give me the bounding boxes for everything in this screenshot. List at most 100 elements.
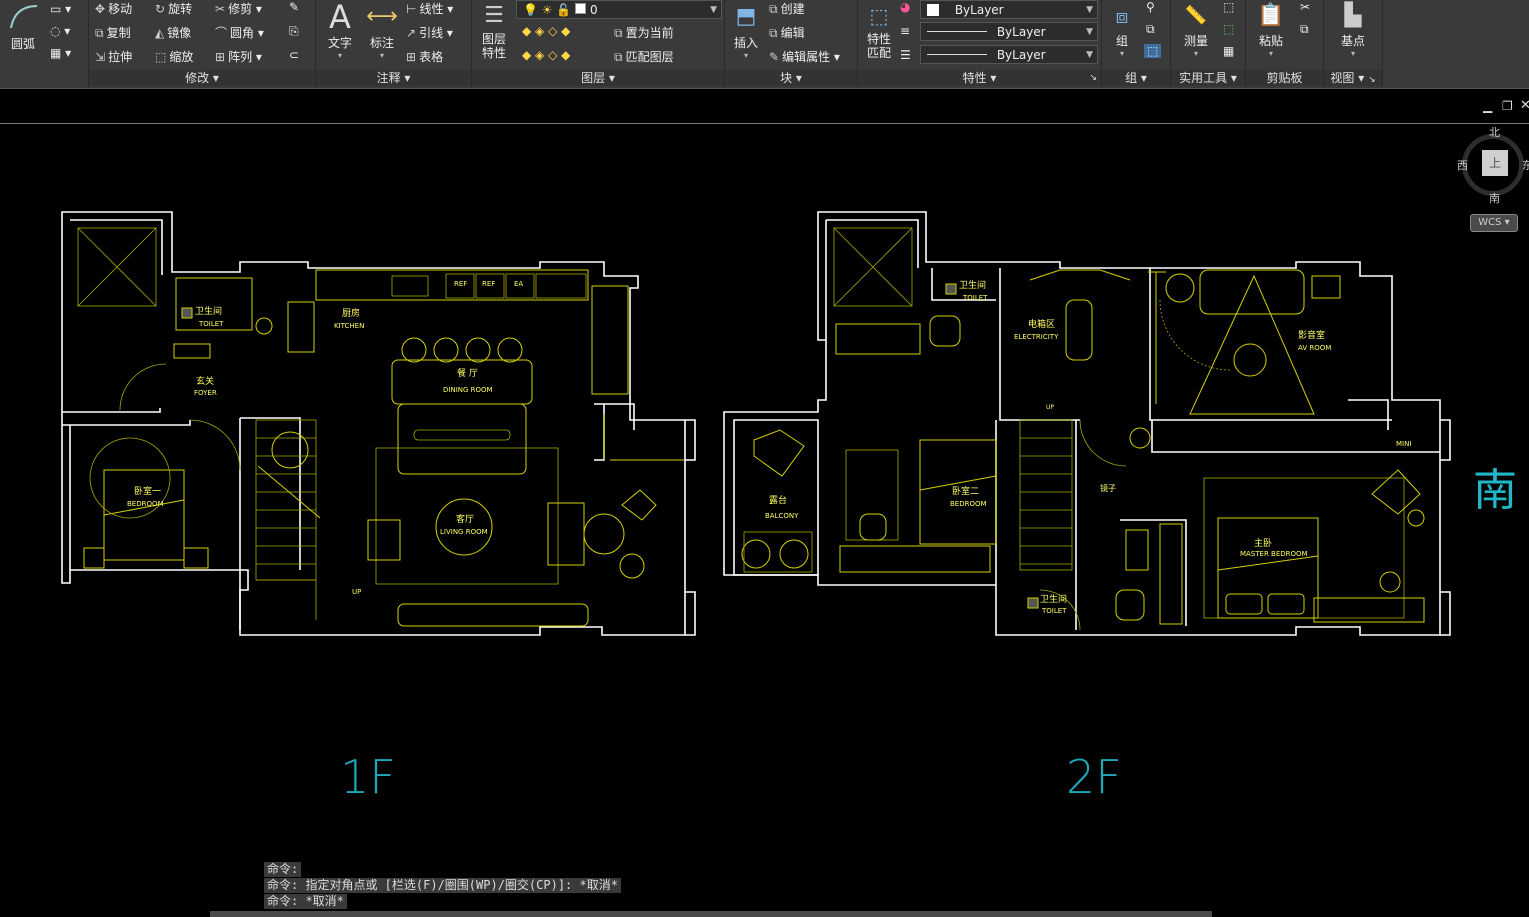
- select-all-icon[interactable]: ⬚: [1223, 22, 1234, 36]
- utilities-panel-title[interactable]: 实用工具 ▾: [1171, 70, 1245, 86]
- layer-properties-label-2: 特性: [481, 46, 506, 60]
- arc-icon: [10, 5, 38, 29]
- match-layer-button[interactable]: ⧉ 匹配图层: [614, 48, 674, 65]
- linetype-dropdown[interactable]: ByLayer ▼: [920, 22, 1098, 41]
- match-layer-icon: ⧉: [614, 50, 623, 64]
- arc-button[interactable]: 圆弧: [2, 2, 44, 52]
- clipboard-panel-title: 剪贴板: [1246, 70, 1323, 86]
- table-label: 表格: [419, 50, 444, 64]
- layer-tools-row1[interactable]: ◆ ◈ ◇ ◆: [522, 24, 570, 38]
- dimension-button[interactable]: ⟷ 标注 ▾: [364, 0, 400, 60]
- color-swatch: [927, 4, 939, 16]
- edit-block-button[interactable]: ⧉ 编辑: [769, 24, 805, 41]
- 2f-bedroom2-en: BEDROOM: [950, 500, 987, 508]
- rectangle-icon[interactable]: ▭ ▾: [50, 2, 71, 16]
- 1f-up: UP: [352, 588, 361, 596]
- quick-select-icon[interactable]: ⬚: [1223, 0, 1234, 14]
- 1f-foyer-cn: 玄关: [196, 375, 214, 387]
- 1f-ea: EA: [514, 280, 523, 288]
- command-line-1: 命令:: [264, 862, 302, 877]
- set-current-button[interactable]: ⧉ 置为当前: [614, 24, 674, 41]
- fillet-button[interactable]: ⌒ 圆角 ▾: [215, 24, 264, 41]
- leader-button[interactable]: ↗ 引线 ▾: [406, 24, 453, 41]
- viewcube-south[interactable]: 南: [1489, 190, 1500, 206]
- block-panel-title[interactable]: 块 ▾: [725, 70, 857, 86]
- table-button[interactable]: ⊞ 表格: [406, 48, 443, 65]
- edit-block-label: 编辑: [780, 26, 805, 40]
- ellipse-icon[interactable]: ◌ ▾: [50, 24, 70, 38]
- 2f-up: UP: [1046, 404, 1054, 411]
- offset-icon[interactable]: ⊂: [289, 48, 299, 62]
- 2f-mirror: 镜子: [1100, 483, 1116, 493]
- wcs-label: WCS: [1478, 217, 1502, 228]
- edit-attr-button[interactable]: ✎ 编辑属性 ▾: [769, 48, 840, 65]
- text-button[interactable]: A 文字 ▾: [322, 0, 358, 60]
- layers-panel-title[interactable]: 图层 ▾: [472, 70, 724, 86]
- hatch-icon[interactable]: ▦ ▾: [50, 46, 71, 60]
- modify-panel: ✥ 移动 ↻ 旋转 ✂ 修剪 ▾ ✎ ⧉ 复制 ◭ 镜像 ⌒ 圆角 ▾ ⎘ ⇲ 拉伸 ⬚ 缩放 …: [89, 0, 316, 88]
- measure-button[interactable]: 📏 测量 ▾: [1173, 0, 1219, 58]
- color-dropdown[interactable]: ByLayer ▼: [920, 0, 1098, 19]
- 1f-ref-2: REF: [482, 280, 495, 288]
- wcs-button[interactable]: WCS ▾: [1470, 214, 1518, 232]
- cut-icon[interactable]: ✂: [1300, 0, 1310, 14]
- color-wheel-icon[interactable]: ◕: [900, 0, 910, 14]
- copy-label: 复制: [106, 26, 131, 40]
- properties-panel: ⬚ 特性 匹配 ◕ ≡ ☰ ByLayer ▼ ByLayer ▼ ByLayer ▼…: [858, 0, 1102, 88]
- group-panel-title[interactable]: 组 ▾: [1102, 70, 1170, 86]
- annotation-panel-title[interactable]: 注释 ▾: [316, 70, 471, 86]
- linetype-icon[interactable]: ≡: [900, 24, 910, 38]
- array-button[interactable]: ⊞ 阵列 ▾: [215, 48, 262, 65]
- close-button[interactable]: ✕: [1520, 98, 1529, 113]
- calculator-icon[interactable]: ▦: [1223, 44, 1234, 58]
- restore-button[interactable]: ❐: [1502, 99, 1513, 113]
- basepoint-button[interactable]: ▙ 基点 ▾: [1330, 0, 1376, 58]
- current-layer-name: 0: [589, 3, 598, 17]
- 2f-toilet-en: TOILET: [962, 294, 988, 302]
- viewcube[interactable]: 北 南 西 东 上 WCS ▾: [1454, 124, 1529, 236]
- create-block-button[interactable]: ⧉ 创建: [769, 0, 805, 17]
- properties-panel-title[interactable]: 特性 ▾ ↘: [858, 70, 1101, 86]
- viewcube-top-face[interactable]: 上: [1482, 150, 1508, 176]
- stretch-button[interactable]: ⇲ 拉伸: [95, 48, 132, 65]
- insert-button[interactable]: ⬒ 插入 ▾: [727, 0, 765, 60]
- copy-button[interactable]: ⧉ 复制: [95, 24, 131, 41]
- trim-button[interactable]: ✂ 修剪 ▾: [215, 0, 262, 17]
- paste-label: 粘贴: [1258, 34, 1283, 48]
- arc-label: 圆弧: [10, 37, 35, 51]
- minimize-button[interactable]: ▁: [1483, 99, 1492, 113]
- utilities-panel: 📏 测量 ▾ ⬚ ⬚ ▦ 实用工具 ▾: [1171, 0, 1246, 88]
- layer-dropdown[interactable]: 💡 ☀ 🔓 0 ▼: [516, 0, 722, 19]
- match-properties-button[interactable]: ⬚ 特性 匹配: [860, 0, 898, 60]
- 2f-master-cn: 主卧: [1254, 537, 1272, 549]
- horizontal-scrollbar[interactable]: [210, 911, 1212, 917]
- scale-button[interactable]: ⬚ 缩放: [155, 48, 193, 65]
- rotate-button[interactable]: ↻ 旋转: [155, 0, 192, 17]
- lineweight-dropdown[interactable]: ByLayer ▼: [920, 45, 1098, 64]
- ungroup-icon[interactable]: ⚲: [1146, 0, 1155, 14]
- move-button[interactable]: ✥ 移动: [95, 0, 132, 17]
- erase-icon[interactable]: ✎: [289, 0, 299, 14]
- modify-panel-title[interactable]: 修改 ▾: [89, 70, 315, 86]
- viewcube-east[interactable]: 东: [1522, 157, 1529, 173]
- edit-attr-icon: ✎: [769, 50, 780, 64]
- trim-label: 修剪: [228, 2, 253, 16]
- layer-properties-button[interactable]: ☰ 图层 特性: [474, 0, 514, 60]
- drawing-canvas[interactable]: 卫生间 TOILET 厨房 KITCHEN REF REF EA 玄关 FOYE…: [0, 124, 1529, 917]
- group-select-icon[interactable]: ⬚: [1144, 44, 1162, 58]
- rotate-label: 旋转: [168, 2, 193, 16]
- viewcube-north[interactable]: 北: [1489, 124, 1500, 140]
- group-button[interactable]: ⧈ 组 ▾: [1104, 0, 1140, 58]
- lineweight-icon[interactable]: ☰: [900, 48, 911, 62]
- layer-color-swatch: [575, 3, 587, 14]
- paste-button[interactable]: 📋 粘贴 ▾: [1248, 0, 1294, 58]
- layer-tools-row2[interactable]: ◆ ◈ ◇ ◆: [522, 48, 570, 62]
- group-edit-icon[interactable]: ⧉: [1146, 22, 1155, 37]
- fillet-icon: ⌒: [215, 26, 228, 40]
- viewcube-west[interactable]: 西: [1457, 157, 1468, 173]
- mirror-button[interactable]: ◭ 镜像: [155, 24, 191, 41]
- explode-icon[interactable]: ⎘: [289, 24, 299, 39]
- linear-button[interactable]: ⊢ 线性 ▾: [406, 0, 453, 17]
- view-panel-title[interactable]: 视图 ▾ ↘: [1324, 70, 1382, 86]
- copy-clip-icon[interactable]: ⧉: [1300, 22, 1309, 37]
